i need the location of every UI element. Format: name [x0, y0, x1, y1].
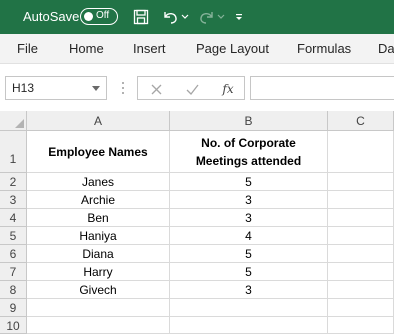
cell-c9[interactable] — [328, 299, 394, 317]
column-header-a[interactable]: A — [27, 111, 170, 131]
enter-icon[interactable] — [184, 80, 200, 98]
cell-a5[interactable]: Haniya — [27, 227, 170, 245]
cell-a9[interactable] — [27, 299, 170, 317]
cell-b1[interactable]: No. of Corporate Meetings attended — [170, 131, 328, 173]
cell-b6[interactable]: 5 — [170, 245, 328, 263]
cancel-icon[interactable] — [148, 80, 164, 98]
toggle-knob — [84, 11, 93, 21]
row-header-2[interactable]: 2 — [0, 173, 27, 191]
cell-c3[interactable] — [328, 191, 394, 209]
formula-buttons: fx — [137, 76, 245, 100]
formula-bar-grip-icon[interactable] — [120, 81, 126, 97]
undo-icon[interactable] — [160, 6, 180, 28]
tab-page-layout[interactable]: Page Layout — [196, 41, 269, 56]
redo-dropdown-icon[interactable] — [216, 6, 226, 28]
select-all-icon — [15, 119, 24, 128]
cell-a2[interactable]: Janes — [27, 173, 170, 191]
tab-home[interactable]: Home — [69, 41, 104, 56]
cell-b9[interactable] — [170, 299, 328, 317]
cell-b2[interactable]: 5 — [170, 173, 328, 191]
cell-a6[interactable]: Diana — [27, 245, 170, 263]
row-header-1[interactable]: 1 — [0, 131, 27, 173]
formula-input[interactable] — [250, 76, 394, 100]
save-icon[interactable] — [131, 6, 151, 28]
spreadsheet-grid: A B C 1 Employee Names No. of Corporate … — [0, 111, 394, 334]
cell-c10[interactable] — [328, 317, 394, 334]
ribbon-tabs: File Home Insert Page Layout Formulas Da — [0, 34, 394, 64]
autosave-state: Off — [96, 10, 110, 21]
row-header-9[interactable]: 9 — [0, 299, 27, 317]
row-header-7[interactable]: 7 — [0, 263, 27, 281]
column-header-c[interactable]: C — [328, 111, 394, 131]
name-box[interactable]: H13 — [5, 76, 107, 100]
cell-b5[interactable]: 4 — [170, 227, 328, 245]
row-header-8[interactable]: 8 — [0, 281, 27, 299]
header-employee-names: Employee Names — [48, 144, 148, 159]
name-box-value: H13 — [12, 81, 35, 95]
tab-formulas[interactable]: Formulas — [297, 41, 351, 56]
undo-dropdown-icon[interactable] — [180, 6, 190, 28]
cell-a8[interactable]: Givech — [27, 281, 170, 299]
cell-b4[interactable]: 3 — [170, 209, 328, 227]
tab-data[interactable]: Da — [378, 41, 394, 56]
grid-spacer — [0, 104, 394, 111]
fx-label: fx — [222, 82, 234, 96]
header-meetings-line2: Meetings attended — [195, 153, 302, 168]
title-bar: AutoSave Off — [0, 0, 394, 34]
cell-c5[interactable] — [328, 227, 394, 245]
name-box-dropdown-icon[interactable] — [92, 86, 100, 91]
ribbon-spacer — [0, 64, 394, 74]
cell-a3[interactable]: Archie — [27, 191, 170, 209]
cell-a4[interactable]: Ben — [27, 209, 170, 227]
cell-b8[interactable]: 3 — [170, 281, 328, 299]
cell-c7[interactable] — [328, 263, 394, 281]
cell-c6[interactable] — [328, 245, 394, 263]
row-header-4[interactable]: 4 — [0, 209, 27, 227]
header-meetings-line1: No. of Corporate — [201, 135, 296, 150]
insert-function-icon[interactable]: fx — [218, 80, 238, 98]
row-header-5[interactable]: 5 — [0, 227, 27, 245]
row-header-3[interactable]: 3 — [0, 191, 27, 209]
cell-a7[interactable]: Harry — [27, 263, 170, 281]
row-header-6[interactable]: 6 — [0, 245, 27, 263]
row-header-10[interactable]: 10 — [0, 317, 27, 334]
redo-icon[interactable] — [197, 6, 217, 28]
cell-c1[interactable] — [328, 131, 394, 173]
autosave-toggle[interactable]: Off — [80, 8, 118, 25]
customize-quick-access-icon[interactable] — [233, 6, 245, 28]
tab-file[interactable]: File — [17, 41, 38, 56]
column-header-b[interactable]: B — [170, 111, 328, 131]
cell-a10[interactable] — [27, 317, 170, 334]
autosave-label: AutoSave — [23, 9, 80, 24]
tab-insert[interactable]: Insert — [133, 41, 166, 56]
formula-bar: H13 fx — [0, 74, 394, 104]
cell-c8[interactable] — [328, 281, 394, 299]
cell-b7[interactable]: 5 — [170, 263, 328, 281]
select-all-button[interactable] — [0, 111, 27, 131]
cell-b3[interactable]: 3 — [170, 191, 328, 209]
cell-a1[interactable]: Employee Names — [27, 131, 170, 173]
cell-c2[interactable] — [328, 173, 394, 191]
cell-b10[interactable] — [170, 317, 328, 334]
cell-c4[interactable] — [328, 209, 394, 227]
